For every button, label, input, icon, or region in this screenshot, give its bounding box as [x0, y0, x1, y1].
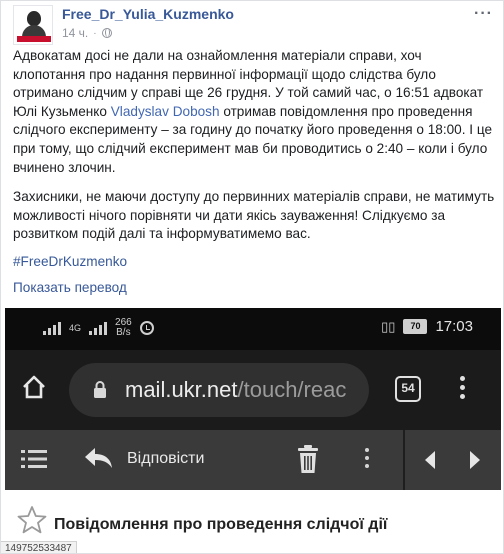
show-translation-link[interactable]: Показать перевод [13, 280, 127, 295]
more-options-button[interactable]: ··· [474, 5, 493, 23]
browser-toolbar: mail.ukr.net/touch/reac 54 [5, 350, 501, 430]
home-icon[interactable] [21, 374, 47, 400]
author-name[interactable]: Free_Dr_Yulia_Kuzmenko [62, 6, 234, 22]
signal-icon [43, 321, 61, 335]
mail-subject: Повідомлення про проведення слідчої дії [54, 516, 388, 533]
avatar[interactable] [13, 5, 53, 45]
url-text: mail.ukr.net/touch/reac [125, 377, 347, 402]
attached-screenshot[interactable]: 4G 266 B/s ▯▯ 70 17:03 mail.ukr.net/touc… [5, 308, 501, 553]
net-speed: 266 B/s [115, 317, 132, 338]
trash-icon[interactable] [297, 444, 319, 474]
battery-icon: 70 [403, 319, 428, 334]
globe-icon [101, 28, 112, 38]
mail-subject-row: Повідомлення про проведення слідчої дії [5, 490, 501, 553]
next-icon[interactable] [468, 450, 482, 470]
kebab-icon[interactable] [365, 448, 371, 472]
photo-id-label: 149752533487 [1, 541, 77, 553]
tabs-count-button[interactable]: 54 [395, 376, 421, 402]
browser-menu-icon[interactable] [460, 376, 466, 402]
alarm-icon [139, 321, 154, 335]
list-icon[interactable] [21, 448, 47, 470]
status-time: 17:03 [435, 318, 473, 335]
network-type: 4G [69, 323, 82, 333]
reply-button[interactable]: Відповісти [127, 450, 204, 468]
post-meta: 14 ч. · [62, 26, 112, 40]
star-icon[interactable] [17, 505, 47, 535]
post-paragraph-2: Захисники, не маючи доступу до первинних… [13, 189, 495, 242]
prev-icon[interactable] [423, 450, 437, 470]
address-bar[interactable]: mail.ukr.net/touch/reac [69, 363, 369, 417]
signal-icon-2 [89, 321, 108, 335]
mention-link[interactable]: Vladyslav Dobosh [111, 104, 220, 119]
vibrate-icon: ▯▯ [381, 318, 396, 334]
phone-status-bar: 4G 266 B/s ▯▯ 70 17:03 [5, 308, 501, 350]
post-paragraph-1: Адвокатам досі не дали на ознайомлення м… [13, 48, 493, 175]
post-time[interactable]: 14 ч. [62, 26, 88, 40]
hashtag-link[interactable]: #FreeDrKuzmenko [13, 254, 127, 269]
post-text: Адвокатам досі не дали на ознайомлення м… [13, 47, 495, 255]
post-header: Free_Dr_Yulia_Kuzmenko 14 ч. · ··· [13, 5, 493, 45]
lock-icon [94, 381, 106, 398]
reply-icon[interactable] [83, 446, 113, 470]
mail-toolbar: Відповісти [5, 430, 501, 490]
facebook-post: Free_Dr_Yulia_Kuzmenko 14 ч. · ··· Адвок… [0, 0, 504, 554]
toolbar-divider [403, 430, 405, 490]
